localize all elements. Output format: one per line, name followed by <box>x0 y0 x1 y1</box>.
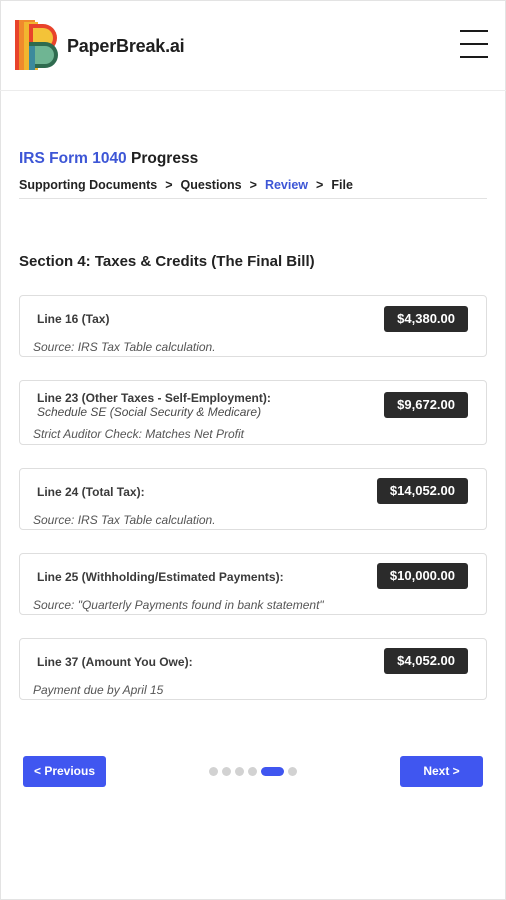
app-header: PaperBreak.ai <box>0 0 506 91</box>
progress-title-suffix: Progress <box>131 150 199 167</box>
brand-name[interactable]: PaperBreak.ai <box>67 36 185 57</box>
menu-bar <box>460 43 488 45</box>
line-source-note: Payment due by April 15 <box>33 683 164 697</box>
page-dot-active[interactable] <box>261 767 284 776</box>
breadcrumb: Supporting Documents > Questions > Review > Fi… <box>19 178 353 192</box>
breadcrumb-separator: > <box>316 178 324 192</box>
tax-line-card: Line 37 (Amount You Owe): $4,052.00 Paym… <box>19 638 487 700</box>
breadcrumb-step-supporting-documents[interactable]: Supporting Documents <box>19 178 157 192</box>
line-label: Line 24 (Total Tax): <box>37 485 145 499</box>
breadcrumb-step-file[interactable]: File <box>331 178 353 192</box>
line-source-note: Source: IRS Tax Table calculation. <box>33 340 216 354</box>
page-dot[interactable] <box>248 767 257 776</box>
line-amount-badge: $4,380.00 <box>384 306 468 332</box>
breadcrumb-separator: > <box>249 178 257 192</box>
page-dot[interactable] <box>222 767 231 776</box>
line-amount-badge: $9,672.00 <box>384 392 468 418</box>
breadcrumb-separator: > <box>165 178 173 192</box>
breadcrumb-step-questions[interactable]: Questions <box>181 178 242 192</box>
line-amount-badge: $10,000.00 <box>376 563 468 589</box>
line-source-note: Source: "Quarterly Payments found in ban… <box>33 598 324 612</box>
page-dot[interactable] <box>288 767 297 776</box>
tax-line-card: Line 25 (Withholding/Estimated Payments)… <box>19 553 487 615</box>
tax-line-card: Line 24 (Total Tax): $14,052.00 Source: … <box>19 468 487 530</box>
menu-bar <box>460 30 488 32</box>
menu-bar <box>460 56 488 58</box>
tax-line-card: Line 23 (Other Taxes - Self-Employment):… <box>19 380 487 445</box>
form-name: IRS Form 1040 <box>19 150 127 167</box>
line-amount-badge: $14,052.00 <box>376 478 468 504</box>
line-source-note: Strict Auditor Check: Matches Net Profit <box>33 427 244 441</box>
previous-button[interactable]: < Previous <box>23 756 106 787</box>
hamburger-menu-icon[interactable] <box>460 29 488 59</box>
line-subtitle: Schedule SE (Social Security & Medicare) <box>37 405 262 419</box>
line-source-note: Source: IRS Tax Table calculation. <box>33 513 216 527</box>
tax-line-card: Line 16 (Tax) $4,380.00 Source: IRS Tax … <box>19 295 487 357</box>
line-label: Line 25 (Withholding/Estimated Payments)… <box>37 570 284 584</box>
progress-title: IRS Form 1040 Progress <box>19 150 198 168</box>
section-title: Section 4: Taxes & Credits (The Final Bi… <box>19 253 315 270</box>
line-label: Line 23 (Other Taxes - Self-Employment): <box>37 391 271 405</box>
page-dot[interactable] <box>209 767 218 776</box>
line-amount-badge: $4,052.00 <box>384 648 468 674</box>
breadcrumb-divider <box>19 198 487 199</box>
breadcrumb-step-review[interactable]: Review <box>265 178 308 192</box>
next-button[interactable]: Next > <box>400 756 483 787</box>
paperbreak-logo-icon[interactable] <box>15 20 61 70</box>
page-dot[interactable] <box>235 767 244 776</box>
line-label: Line 37 (Amount You Owe): <box>37 655 193 669</box>
line-label: Line 16 (Tax) <box>37 312 110 326</box>
